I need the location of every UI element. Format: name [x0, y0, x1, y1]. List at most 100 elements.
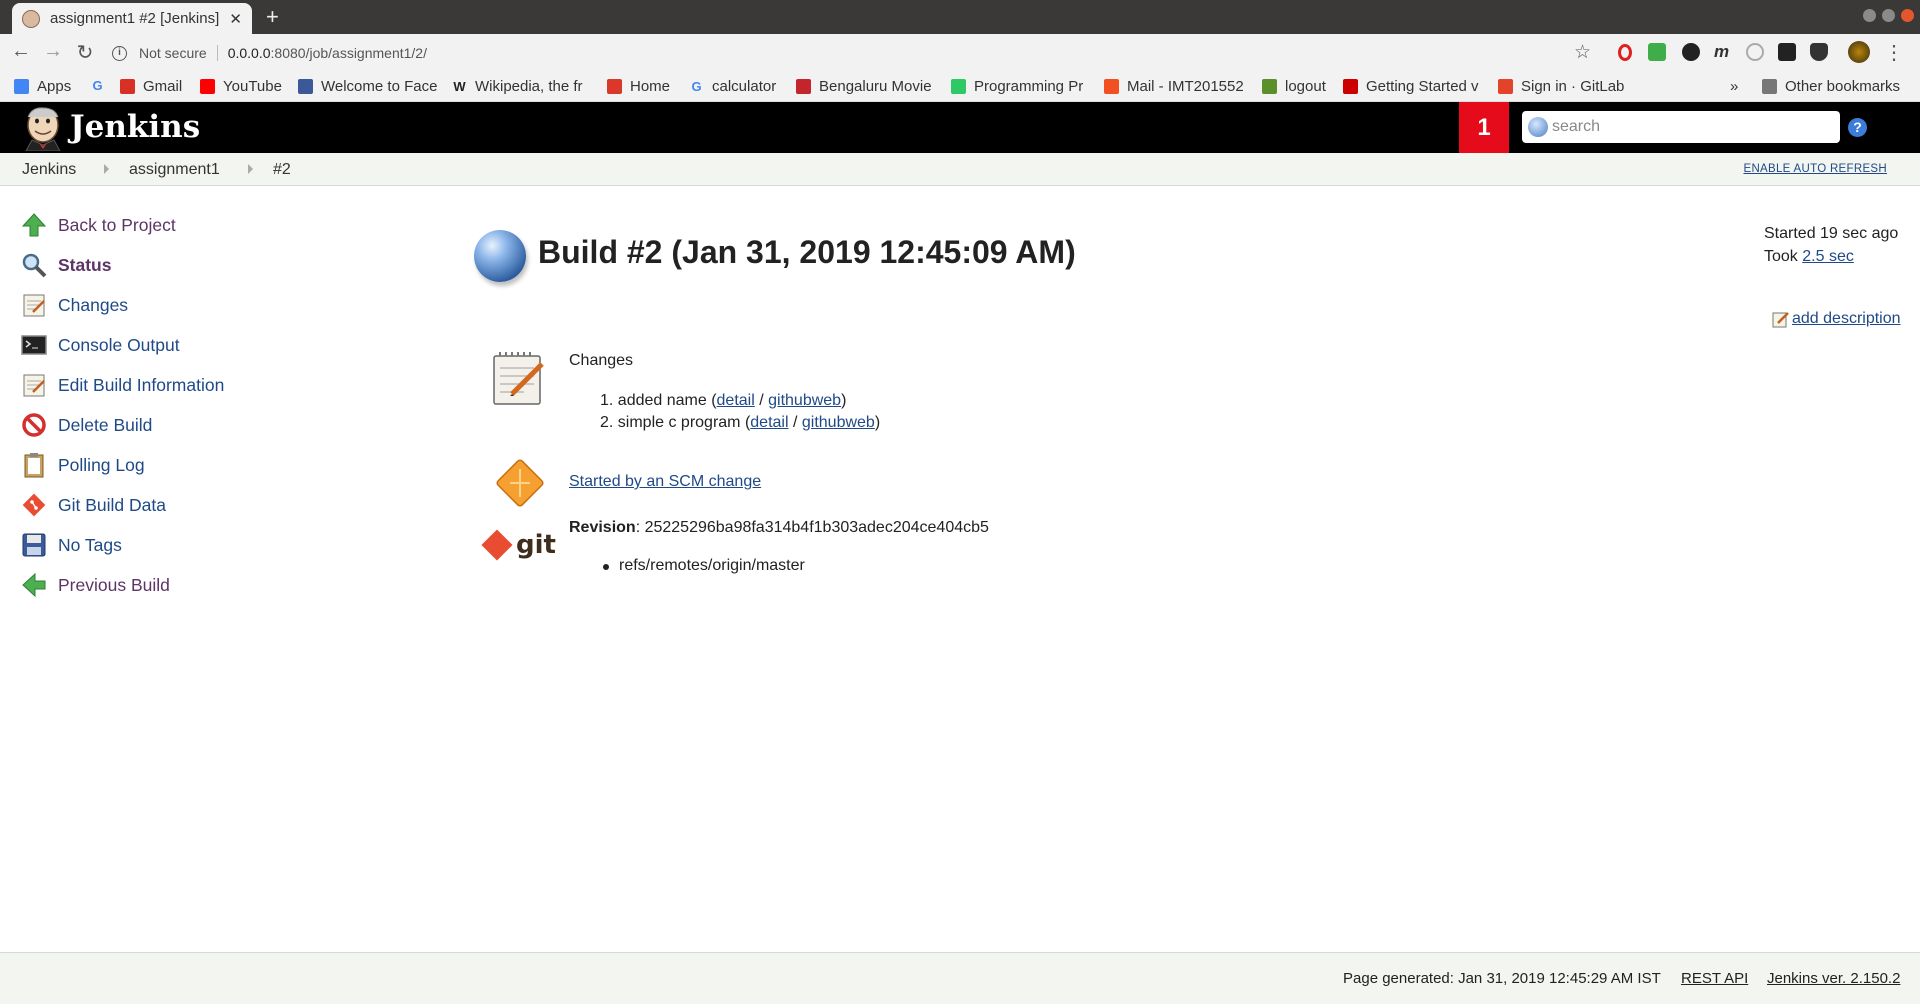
breadcrumb: Jenkins assignment1 #2 ENABLE AUTO REFRE…: [0, 153, 1920, 186]
add-description-link[interactable]: add description: [1792, 310, 1901, 328]
bookmark-item[interactable]: Mail - IMT201552: [1104, 78, 1244, 95]
jenkins-version-link[interactable]: Jenkins ver. 2.150.2: [1767, 970, 1900, 987]
other-bookmarks-folder[interactable]: Other bookmarks: [1762, 78, 1900, 95]
page-title: Build #2 (Jan 31, 2019 12:45:09 AM): [538, 234, 1076, 270]
bookmark-item[interactable]: logout: [1262, 78, 1326, 95]
search-input[interactable]: [1552, 118, 1822, 136]
search-box[interactable]: [1522, 111, 1840, 143]
reload-icon[interactable]: ↻: [72, 40, 98, 65]
sidebar-item-console-output[interactable]: Console Output: [20, 325, 320, 365]
notification-badge[interactable]: 1: [1459, 102, 1509, 153]
list-item: 2. simple c program (detail / githubweb): [600, 412, 880, 434]
rest-api-link[interactable]: REST API: [1681, 970, 1748, 987]
sidebar-item-edit-build-information[interactable]: Edit Build Information: [20, 365, 320, 405]
minimize-button[interactable]: [1863, 9, 1876, 22]
back-arrow-icon[interactable]: ←: [8, 40, 34, 63]
scm-change-link[interactable]: Started by an SCM change: [569, 473, 761, 491]
bookmark-item[interactable]: Getting Started v: [1343, 78, 1479, 95]
sidebar-item-label: Delete Build: [58, 414, 153, 435]
jenkins-brand-title[interactable]: Jenkins: [70, 109, 200, 145]
change-message: added name (: [617, 392, 717, 409]
sidebar-item-git-build-data[interactable]: Git Build Data: [20, 485, 320, 525]
sidebar-item-status[interactable]: Status: [20, 245, 320, 285]
bookmark-label: calculator: [712, 78, 777, 95]
new-tab-button[interactable]: +: [266, 4, 279, 30]
browser-tab-bar: assignment1 #2 [Jenkins] ✕ +: [0, 0, 1920, 34]
bookmark-label: Welcome to Face: [321, 78, 438, 95]
microsoft-icon: [1104, 79, 1119, 94]
download-extension-icon[interactable]: [1648, 43, 1666, 61]
change-githubweb-link[interactable]: githubweb: [768, 392, 841, 409]
bookmark-item[interactable]: Home: [607, 78, 670, 95]
tab-close-icon[interactable]: ✕: [229, 10, 242, 28]
magnifier-icon: [20, 251, 48, 279]
change-detail-link[interactable]: detail: [717, 392, 755, 409]
share-extension-icon[interactable]: [1746, 43, 1764, 61]
bookmark-item[interactable]: Gmail: [120, 78, 182, 95]
page-generated-text: Page generated: Jan 31, 2019 12:45:29 AM…: [1343, 970, 1661, 987]
bookmark-label: Sign in · GitLab: [1521, 78, 1625, 95]
m-extension-icon[interactable]: m: [1714, 43, 1732, 61]
window-close-button[interactable]: [1901, 9, 1914, 22]
duration-link[interactable]: 2.5 sec: [1802, 248, 1854, 265]
bookmark-item[interactable]: Bengaluru Movie: [796, 78, 932, 95]
pocket-extension-icon[interactable]: [1810, 43, 1828, 61]
bookmark-label: logout: [1285, 78, 1326, 95]
breadcrumb-item-build[interactable]: #2: [273, 161, 291, 179]
redhat-icon: [1343, 79, 1358, 94]
bookmark-item[interactable]: Gcalculator: [689, 78, 776, 95]
change-close-paren: ): [841, 392, 847, 409]
revision-label: Revision: [569, 519, 636, 536]
bookmark-item[interactable]: Sign in · GitLab: [1498, 78, 1624, 95]
browser-tab[interactable]: assignment1 #2 [Jenkins] ✕: [12, 3, 252, 34]
sidebar-item-back-to-project[interactable]: Back to Project: [20, 205, 320, 245]
apps-grid-icon: [14, 79, 29, 94]
gear-extension-icon[interactable]: [1682, 43, 1700, 61]
sidebar-item-polling-log[interactable]: Polling Log: [20, 445, 320, 485]
gmail-icon: [120, 79, 135, 94]
clipboard-icon: [20, 451, 48, 479]
bookmark-star-icon[interactable]: ☆: [1574, 41, 1591, 64]
bookmark-label: Bengaluru Movie: [819, 78, 932, 95]
breadcrumb-arrow-icon[interactable]: [104, 164, 109, 174]
help-icon[interactable]: ?: [1848, 118, 1867, 137]
security-label: Not secure: [139, 45, 207, 61]
bookmark-item[interactable]: G: [90, 78, 113, 93]
bookmarks-overflow-button[interactable]: »: [1730, 78, 1738, 95]
left-arrow-icon: [20, 571, 48, 599]
revision-hash: : 25225296ba98fa314b4f1b303adec204ce404c…: [635, 519, 989, 536]
gitlab-icon: [1498, 79, 1513, 94]
maximize-button[interactable]: [1882, 9, 1895, 22]
bookmark-item[interactable]: Welcome to Face: [298, 78, 437, 95]
address-bar[interactable]: i Not secure 0.0.0.0 :8080/job/assignmen…: [112, 39, 1598, 67]
enable-auto-refresh-link[interactable]: ENABLE AUTO REFRESH: [1743, 163, 1887, 175]
breadcrumb-arrow-icon[interactable]: [248, 164, 253, 174]
sidebar-item-delete-build[interactable]: Delete Build: [20, 405, 320, 445]
bookmark-item[interactable]: YouTube: [200, 78, 282, 95]
breadcrumb-item-jenkins[interactable]: Jenkins: [22, 161, 76, 179]
page-footer: Page generated: Jan 31, 2019 12:45:29 AM…: [0, 952, 1920, 1004]
sidebar-item-previous-build[interactable]: Previous Build: [20, 565, 320, 605]
forward-arrow-icon[interactable]: →: [40, 40, 66, 63]
sidebar-item-no-tags[interactable]: No Tags: [20, 525, 320, 565]
bookmark-item[interactable]: W Wikipedia, the fr: [452, 78, 583, 95]
add-description[interactable]: add description: [1772, 310, 1901, 328]
terminal-extension-icon[interactable]: [1778, 43, 1796, 61]
change-detail-link[interactable]: detail: [750, 414, 788, 431]
opera-extension-icon[interactable]: [1618, 44, 1632, 61]
url-path: :8080/job/assignment1/2/: [270, 45, 427, 61]
browser-menu-icon[interactable]: ⋮: [1884, 40, 1904, 65]
profile-avatar[interactable]: [1848, 41, 1870, 63]
terminal-icon: [20, 331, 48, 359]
change-githubweb-link[interactable]: githubweb: [802, 414, 875, 431]
info-icon[interactable]: i: [112, 45, 127, 61]
jenkins-butler-logo-icon[interactable]: [22, 105, 64, 151]
sidebar-item-changes[interactable]: Changes: [20, 285, 320, 325]
bookmark-label: Wikipedia, the fr: [475, 78, 583, 95]
bookmark-item[interactable]: Apps: [14, 78, 71, 95]
breadcrumb-item-assignment1[interactable]: assignment1: [129, 161, 220, 179]
bookmark-label: YouTube: [223, 78, 282, 95]
took-text: Took 2.5 sec: [1764, 245, 1898, 268]
bookmark-item[interactable]: Programming Pr: [951, 78, 1083, 95]
sidebar-item-label: Git Build Data: [58, 494, 166, 515]
